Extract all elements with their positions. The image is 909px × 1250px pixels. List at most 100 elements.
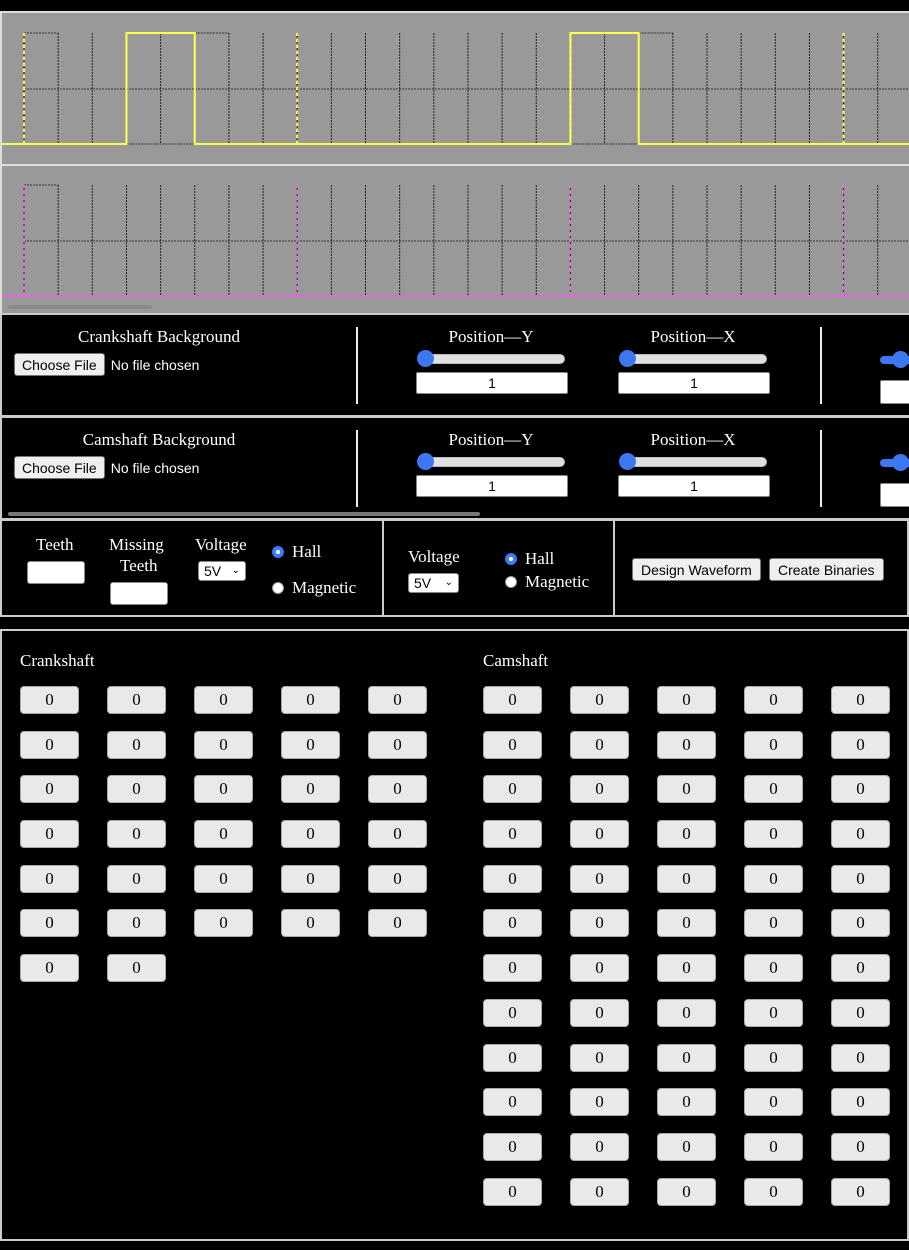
camshaft-binary-cell[interactable]: 0 (831, 864, 890, 893)
crankshaft-binary-cell[interactable]: 0 (281, 686, 340, 714)
controls-horizontal-scrollbar[interactable] (8, 512, 480, 516)
camshaft-binary-cell[interactable]: 0 (657, 686, 716, 714)
camshaft-binary-cell[interactable]: 0 (570, 909, 629, 938)
design-waveform-button[interactable]: Design Waveform (632, 558, 761, 581)
camshaft-binary-cell[interactable]: 0 (570, 686, 629, 714)
camshaft-binary-cell[interactable]: 0 (483, 730, 542, 759)
camshaft-binary-cell[interactable]: 0 (483, 1177, 542, 1206)
crankshaft-binary-cell[interactable]: 0 (368, 909, 427, 938)
crankshaft-binary-cell[interactable]: 0 (107, 954, 166, 983)
camshaft-binary-cell[interactable]: 0 (831, 1043, 890, 1072)
camshaft-binary-cell[interactable]: 0 (657, 1177, 716, 1206)
crankshaft-binary-cell[interactable]: 0 (107, 730, 166, 759)
crankshaft-binary-cell[interactable]: 0 (194, 775, 253, 804)
camshaft-binary-cell[interactable]: 0 (657, 1043, 716, 1072)
radio-unselected-icon[interactable] (505, 576, 517, 588)
crankshaft-binary-cell[interactable]: 0 (368, 686, 427, 714)
camshaft-binary-cell[interactable]: 0 (570, 1043, 629, 1072)
camshaft-binary-cell[interactable]: 0 (483, 1088, 542, 1117)
camshaft-binary-cell[interactable]: 0 (744, 909, 803, 938)
crankshaft-binary-cell[interactable]: 0 (194, 864, 253, 893)
crankshaft-position-x-input[interactable] (618, 372, 770, 394)
camshaft-binary-cell[interactable]: 0 (657, 1088, 716, 1117)
camshaft-binary-cell[interactable]: 0 (744, 864, 803, 893)
camshaft-binary-cell[interactable]: 0 (744, 775, 803, 804)
camshaft-binary-cell[interactable]: 0 (744, 1088, 803, 1117)
camshaft-binary-cell[interactable]: 0 (570, 775, 629, 804)
camshaft-binary-cell[interactable]: 0 (744, 820, 803, 849)
crankshaft-binary-cell[interactable]: 0 (107, 909, 166, 938)
camshaft-binary-cell[interactable]: 0 (657, 909, 716, 938)
camshaft-binary-cell[interactable]: 0 (744, 998, 803, 1027)
camshaft-binary-cell[interactable]: 0 (831, 1132, 890, 1161)
camshaft-binary-cell[interactable]: 0 (657, 954, 716, 983)
slider-thumb[interactable] (892, 454, 909, 471)
teeth-input[interactable] (27, 561, 85, 584)
crankshaft-binary-cell[interactable]: 0 (281, 775, 340, 804)
camshaft-binary-cell[interactable]: 0 (744, 730, 803, 759)
camshaft-binary-cell[interactable]: 0 (570, 730, 629, 759)
camshaft-binary-cell[interactable]: 0 (744, 1043, 803, 1072)
crankshaft-position-x-slider[interactable] (619, 350, 767, 367)
crankshaft-binary-cell[interactable]: 0 (281, 730, 340, 759)
camshaft-voltage-select[interactable]: 5V ⌄ (408, 573, 459, 593)
camshaft-binary-cell[interactable]: 0 (831, 1088, 890, 1117)
camshaft-binary-cell[interactable]: 0 (570, 1088, 629, 1117)
crankshaft-binary-cell[interactable]: 0 (368, 820, 427, 849)
crankshaft-binary-cell[interactable]: 0 (368, 730, 427, 759)
crankshaft-binary-cell[interactable]: 0 (107, 775, 166, 804)
camshaft-binary-cell[interactable]: 0 (483, 820, 542, 849)
camshaft-position-x-input[interactable] (618, 475, 770, 497)
crankshaft-binary-cell[interactable]: 0 (194, 820, 253, 849)
crankshaft-position-y-slider[interactable] (417, 350, 565, 367)
camshaft-binary-cell[interactable]: 0 (831, 775, 890, 804)
camshaft-scale-input[interactable] (880, 483, 909, 507)
camshaft-binary-cell[interactable]: 0 (657, 864, 716, 893)
slider-thumb[interactable] (619, 350, 636, 367)
crankshaft-binary-cell[interactable]: 0 (107, 686, 166, 714)
missing-teeth-input[interactable] (110, 582, 168, 605)
crankshaft-binary-cell[interactable]: 0 (20, 686, 79, 714)
camshaft-position-x-slider[interactable] (619, 453, 767, 470)
camshaft-binary-cell[interactable]: 0 (657, 998, 716, 1027)
camshaft-sensor-magnetic-radio[interactable]: Magnetic (505, 572, 589, 592)
camshaft-binary-cell[interactable]: 0 (570, 1177, 629, 1206)
crankshaft-binary-cell[interactable]: 0 (368, 864, 427, 893)
camshaft-binary-cell[interactable]: 0 (483, 864, 542, 893)
camshaft-binary-cell[interactable]: 0 (744, 1132, 803, 1161)
crankshaft-binary-cell[interactable]: 0 (20, 864, 79, 893)
crankshaft-sensor-magnetic-radio[interactable]: Magnetic (272, 578, 356, 598)
camshaft-binary-cell[interactable]: 0 (657, 730, 716, 759)
camshaft-binary-cell[interactable]: 0 (744, 1177, 803, 1206)
crankshaft-binary-cell[interactable]: 0 (20, 730, 79, 759)
crankshaft-binary-cell[interactable]: 0 (281, 820, 340, 849)
camshaft-binary-cell[interactable]: 0 (570, 1132, 629, 1161)
crankshaft-binary-cell[interactable]: 0 (194, 730, 253, 759)
camshaft-binary-cell[interactable]: 0 (483, 686, 542, 714)
camshaft-choose-file-button[interactable]: Choose File (14, 456, 105, 479)
camshaft-binary-cell[interactable]: 0 (570, 820, 629, 849)
camshaft-binary-cell[interactable]: 0 (744, 686, 803, 714)
crankshaft-binary-cell[interactable]: 0 (194, 909, 253, 938)
crankshaft-binary-cell[interactable]: 0 (20, 954, 79, 983)
slider-thumb[interactable] (417, 453, 434, 470)
camshaft-sensor-hall-radio[interactable]: Hall (505, 549, 554, 569)
camshaft-binary-cell[interactable]: 0 (831, 686, 890, 714)
camshaft-binary-cell[interactable]: 0 (831, 998, 890, 1027)
crankshaft-binary-cell[interactable]: 0 (281, 864, 340, 893)
camshaft-binary-cell[interactable]: 0 (483, 909, 542, 938)
camshaft-position-y-slider[interactable] (417, 453, 565, 470)
camshaft-binary-cell[interactable]: 0 (483, 775, 542, 804)
slider-thumb[interactable] (892, 351, 909, 368)
radio-selected-icon[interactable] (505, 553, 517, 565)
camshaft-scale-slider[interactable] (880, 454, 909, 471)
camshaft-binary-cell[interactable]: 0 (570, 954, 629, 983)
crankshaft-sensor-hall-radio[interactable]: Hall (272, 542, 321, 562)
crankshaft-voltage-select[interactable]: 5V ⌄ (198, 561, 246, 581)
crankshaft-binary-cell[interactable]: 0 (20, 909, 79, 938)
camshaft-binary-cell[interactable]: 0 (657, 775, 716, 804)
crankshaft-binary-cell[interactable]: 0 (281, 909, 340, 938)
crankshaft-binary-cell[interactable]: 0 (20, 775, 79, 804)
crankshaft-binary-cell[interactable]: 0 (194, 686, 253, 714)
camshaft-binary-cell[interactable]: 0 (831, 954, 890, 983)
